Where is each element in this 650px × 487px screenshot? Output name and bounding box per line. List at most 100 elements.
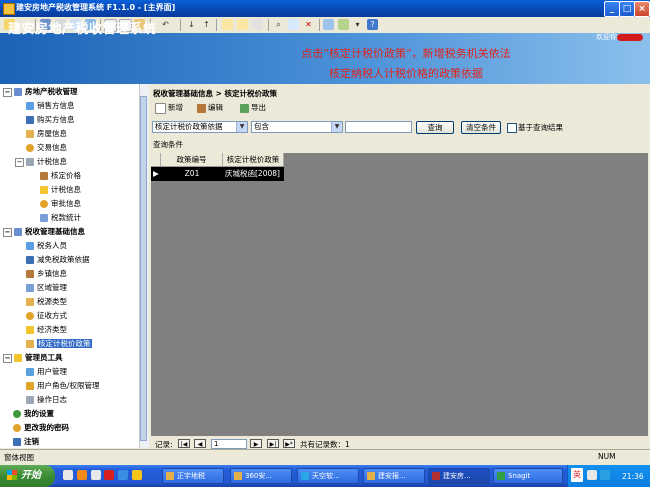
sort-asc-icon[interactable]: ↓ <box>186 19 197 30</box>
maximize-button[interactable]: □ <box>619 1 635 17</box>
database-icon <box>14 228 22 236</box>
sidebar-item-tax-stats[interactable]: 税款统计 <box>40 211 81 225</box>
sidebar-item-logout[interactable]: 注销 <box>13 435 39 449</box>
find-icon[interactable]: ⌕ <box>273 19 284 30</box>
tray-icon[interactable] <box>587 470 597 480</box>
database-window-icon[interactable] <box>323 19 334 30</box>
key-icon <box>40 200 48 208</box>
chevron-down-icon[interactable]: ▼ <box>236 122 247 132</box>
taskbar-item[interactable]: Snagit <box>493 468 563 484</box>
folder-icon <box>166 472 174 480</box>
sidebar-item-buyer-info[interactable]: 购买方信息 <box>26 113 75 127</box>
sidebar-item-township-info[interactable]: 乡镇信息 <box>26 267 67 281</box>
help-icon[interactable]: ? <box>367 19 378 30</box>
sidebar-item-my-settings[interactable]: 我的设置 <box>13 407 54 421</box>
based-on-results-checkbox[interactable] <box>507 123 517 133</box>
filter-value-input[interactable] <box>345 121 412 133</box>
sidebar-item-approval-info[interactable]: 审批信息 <box>40 197 81 211</box>
export-button[interactable]: 导出 <box>240 101 266 114</box>
sidebar-item-tax-staff[interactable]: 税务人员 <box>26 239 67 253</box>
filter-operator-select[interactable]: 包含 ▼ <box>251 121 343 133</box>
sidebar-item-calc-info[interactable]: 计税信息 <box>40 183 81 197</box>
toolbar-separator <box>216 19 217 31</box>
toolbar-separator <box>268 19 269 31</box>
undo-icon[interactable]: ↶ <box>160 19 171 30</box>
toolbar-separator <box>180 19 181 31</box>
sidebar-item-trade-info[interactable]: 交易信息 <box>26 141 67 155</box>
sidebar-group-basic-info[interactable]: − 税收管理基础信息 <box>3 225 85 239</box>
sidebar-item-role-permissions[interactable]: 用户角色/权限管理 <box>26 379 100 393</box>
search-button[interactable]: 查询 <box>416 121 454 134</box>
clock: 21:36 <box>622 472 644 481</box>
prev-record-button[interactable]: ◀ <box>194 439 206 448</box>
sidebar-item-seller-info[interactable]: 销售方信息 <box>26 99 75 113</box>
quicklaunch-app-icon[interactable] <box>77 470 87 480</box>
show-desktop-icon[interactable] <box>63 470 73 480</box>
annotation-text: 点击“核定计税价政策”，新增税务机关依法核定纳税人计税价格的政策依据 <box>301 47 511 80</box>
collapse-icon[interactable]: − <box>3 227 12 237</box>
sidebar-item-region-mgmt[interactable]: 区域管理 <box>26 281 67 295</box>
apply-filter-icon[interactable] <box>252 19 263 30</box>
quicklaunch-app-icon[interactable] <box>104 470 114 480</box>
sidebar-item-verified-price-policy[interactable]: 核定计税价政策 <box>26 337 92 351</box>
record-number-input[interactable]: 1 <box>211 439 247 449</box>
quicklaunch-app-icon[interactable] <box>118 470 128 480</box>
start-button[interactable]: 开始 <box>0 465 55 487</box>
banner-title: 建安房地产税收管理系统 <box>8 22 157 37</box>
edit-button[interactable]: 编辑 <box>197 101 223 114</box>
sidebar-item-tax-source-type[interactable]: 税源类型 <box>26 295 67 309</box>
sidebar-scrollbar-thumb[interactable] <box>140 96 147 441</box>
minimize-button[interactable]: _ <box>604 1 620 17</box>
log-icon <box>26 396 34 404</box>
tray-icon[interactable] <box>600 470 610 480</box>
sidebar-item-economic-type[interactable]: 经济类型 <box>26 323 67 337</box>
add-button[interactable]: 新增 <box>155 101 183 114</box>
chevron-down-icon[interactable]: ▼ <box>331 122 342 132</box>
filter-icon[interactable] <box>222 19 233 30</box>
new-record-icon[interactable] <box>288 19 299 30</box>
sort-desc-icon[interactable]: ↑ <box>201 19 212 30</box>
next-record-button[interactable]: ▶ <box>250 439 262 448</box>
sidebar-item-house-info[interactable]: 房屋信息 <box>26 127 67 141</box>
sidebar-item-operation-log[interactable]: 操作日志 <box>26 393 67 407</box>
folder-icon <box>26 130 34 138</box>
sidebar-item-exemption-policy[interactable]: 减免税政策依据 <box>26 253 90 267</box>
close-button[interactable]: × <box>634 1 650 17</box>
table-cell[interactable]: Z01 <box>161 167 223 181</box>
key-icon <box>26 144 34 152</box>
clear-conditions-button[interactable]: 清空条件 <box>461 121 501 134</box>
toolbar-separator <box>319 19 320 31</box>
taskbar-item[interactable]: 建安房... <box>428 468 490 484</box>
taskbar-item[interactable]: 天空软... <box>297 468 359 484</box>
column-header[interactable]: 核定计税价政策 <box>223 153 284 166</box>
sidebar-item-change-password[interactable]: 更改我的密码 <box>13 421 69 435</box>
sidebar: − 房地产税收管理 销售方信息 购买方信息 房屋信息 交易信息 − 计税信息 核定价… <box>0 84 149 448</box>
sidebar-group-admin-tools[interactable]: − 管理员工具 <box>3 351 63 365</box>
new-record-nav-button[interactable]: ▶* <box>283 439 295 448</box>
collapse-icon[interactable]: − <box>3 353 12 363</box>
collapse-icon[interactable]: − <box>3 87 12 97</box>
delete-record-icon[interactable]: ✕ <box>303 19 314 30</box>
first-record-button[interactable]: |◀ <box>178 439 190 448</box>
taskbar-item[interactable]: 360安... <box>230 468 292 484</box>
filter-form-icon[interactable] <box>237 19 248 30</box>
taskbar-item[interactable]: 正宇地税 <box>162 468 224 484</box>
sidebar-item-collection-method[interactable]: 征收方式 <box>26 309 67 323</box>
column-header[interactable]: 政策编号 <box>161 153 223 166</box>
sidebar-group-tax-management[interactable]: − 房地产税收管理 <box>3 85 78 99</box>
ime-indicator[interactable]: 英 <box>571 468 583 482</box>
filter-field-select[interactable]: 核定计税价政策依据 ▼ <box>152 121 248 133</box>
quicklaunch-app-icon[interactable] <box>132 470 142 480</box>
collapse-icon[interactable]: − <box>15 157 24 167</box>
new-object-icon[interactable] <box>338 19 349 30</box>
table-cell[interactable]: 庆城税函[2008] <box>225 167 284 181</box>
sidebar-item-user-mgmt[interactable]: 用户管理 <box>26 365 67 379</box>
quicklaunch-app-icon[interactable] <box>91 470 101 480</box>
sidebar-item-tax-calc[interactable]: − 计税信息 <box>15 155 67 169</box>
browser-icon <box>301 472 309 480</box>
windows-logo-icon <box>7 470 17 480</box>
last-record-button[interactable]: ▶| <box>267 439 279 448</box>
taskbar-item[interactable]: 建安报... <box>363 468 425 484</box>
chevron-down-icon[interactable]: ▾ <box>352 19 363 30</box>
sidebar-item-verified-price[interactable]: 核定价格 <box>40 169 81 183</box>
